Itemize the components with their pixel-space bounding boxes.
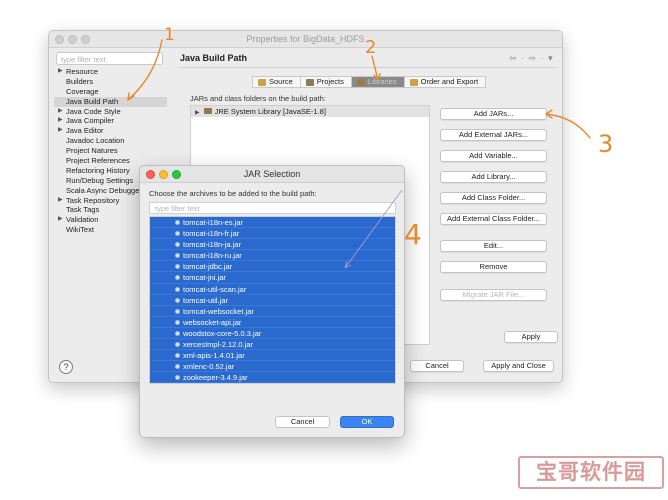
step-4-label: 4: [404, 218, 422, 251]
step-1-label: 1: [164, 25, 175, 45]
step-3-label: 3: [598, 130, 613, 158]
step-2-label: 2: [365, 37, 376, 58]
step-3-arrow: [545, 109, 591, 139]
step-1-arrow: [127, 39, 163, 101]
annotation-layer: 1 2 3 4: [127, 25, 613, 269]
annotation-strokes: [127, 39, 591, 139]
watermark-logo: 宝哥软件园: [518, 456, 664, 489]
step-4-arrow: [344, 189, 403, 269]
step-2-arrow: [371, 55, 381, 81]
